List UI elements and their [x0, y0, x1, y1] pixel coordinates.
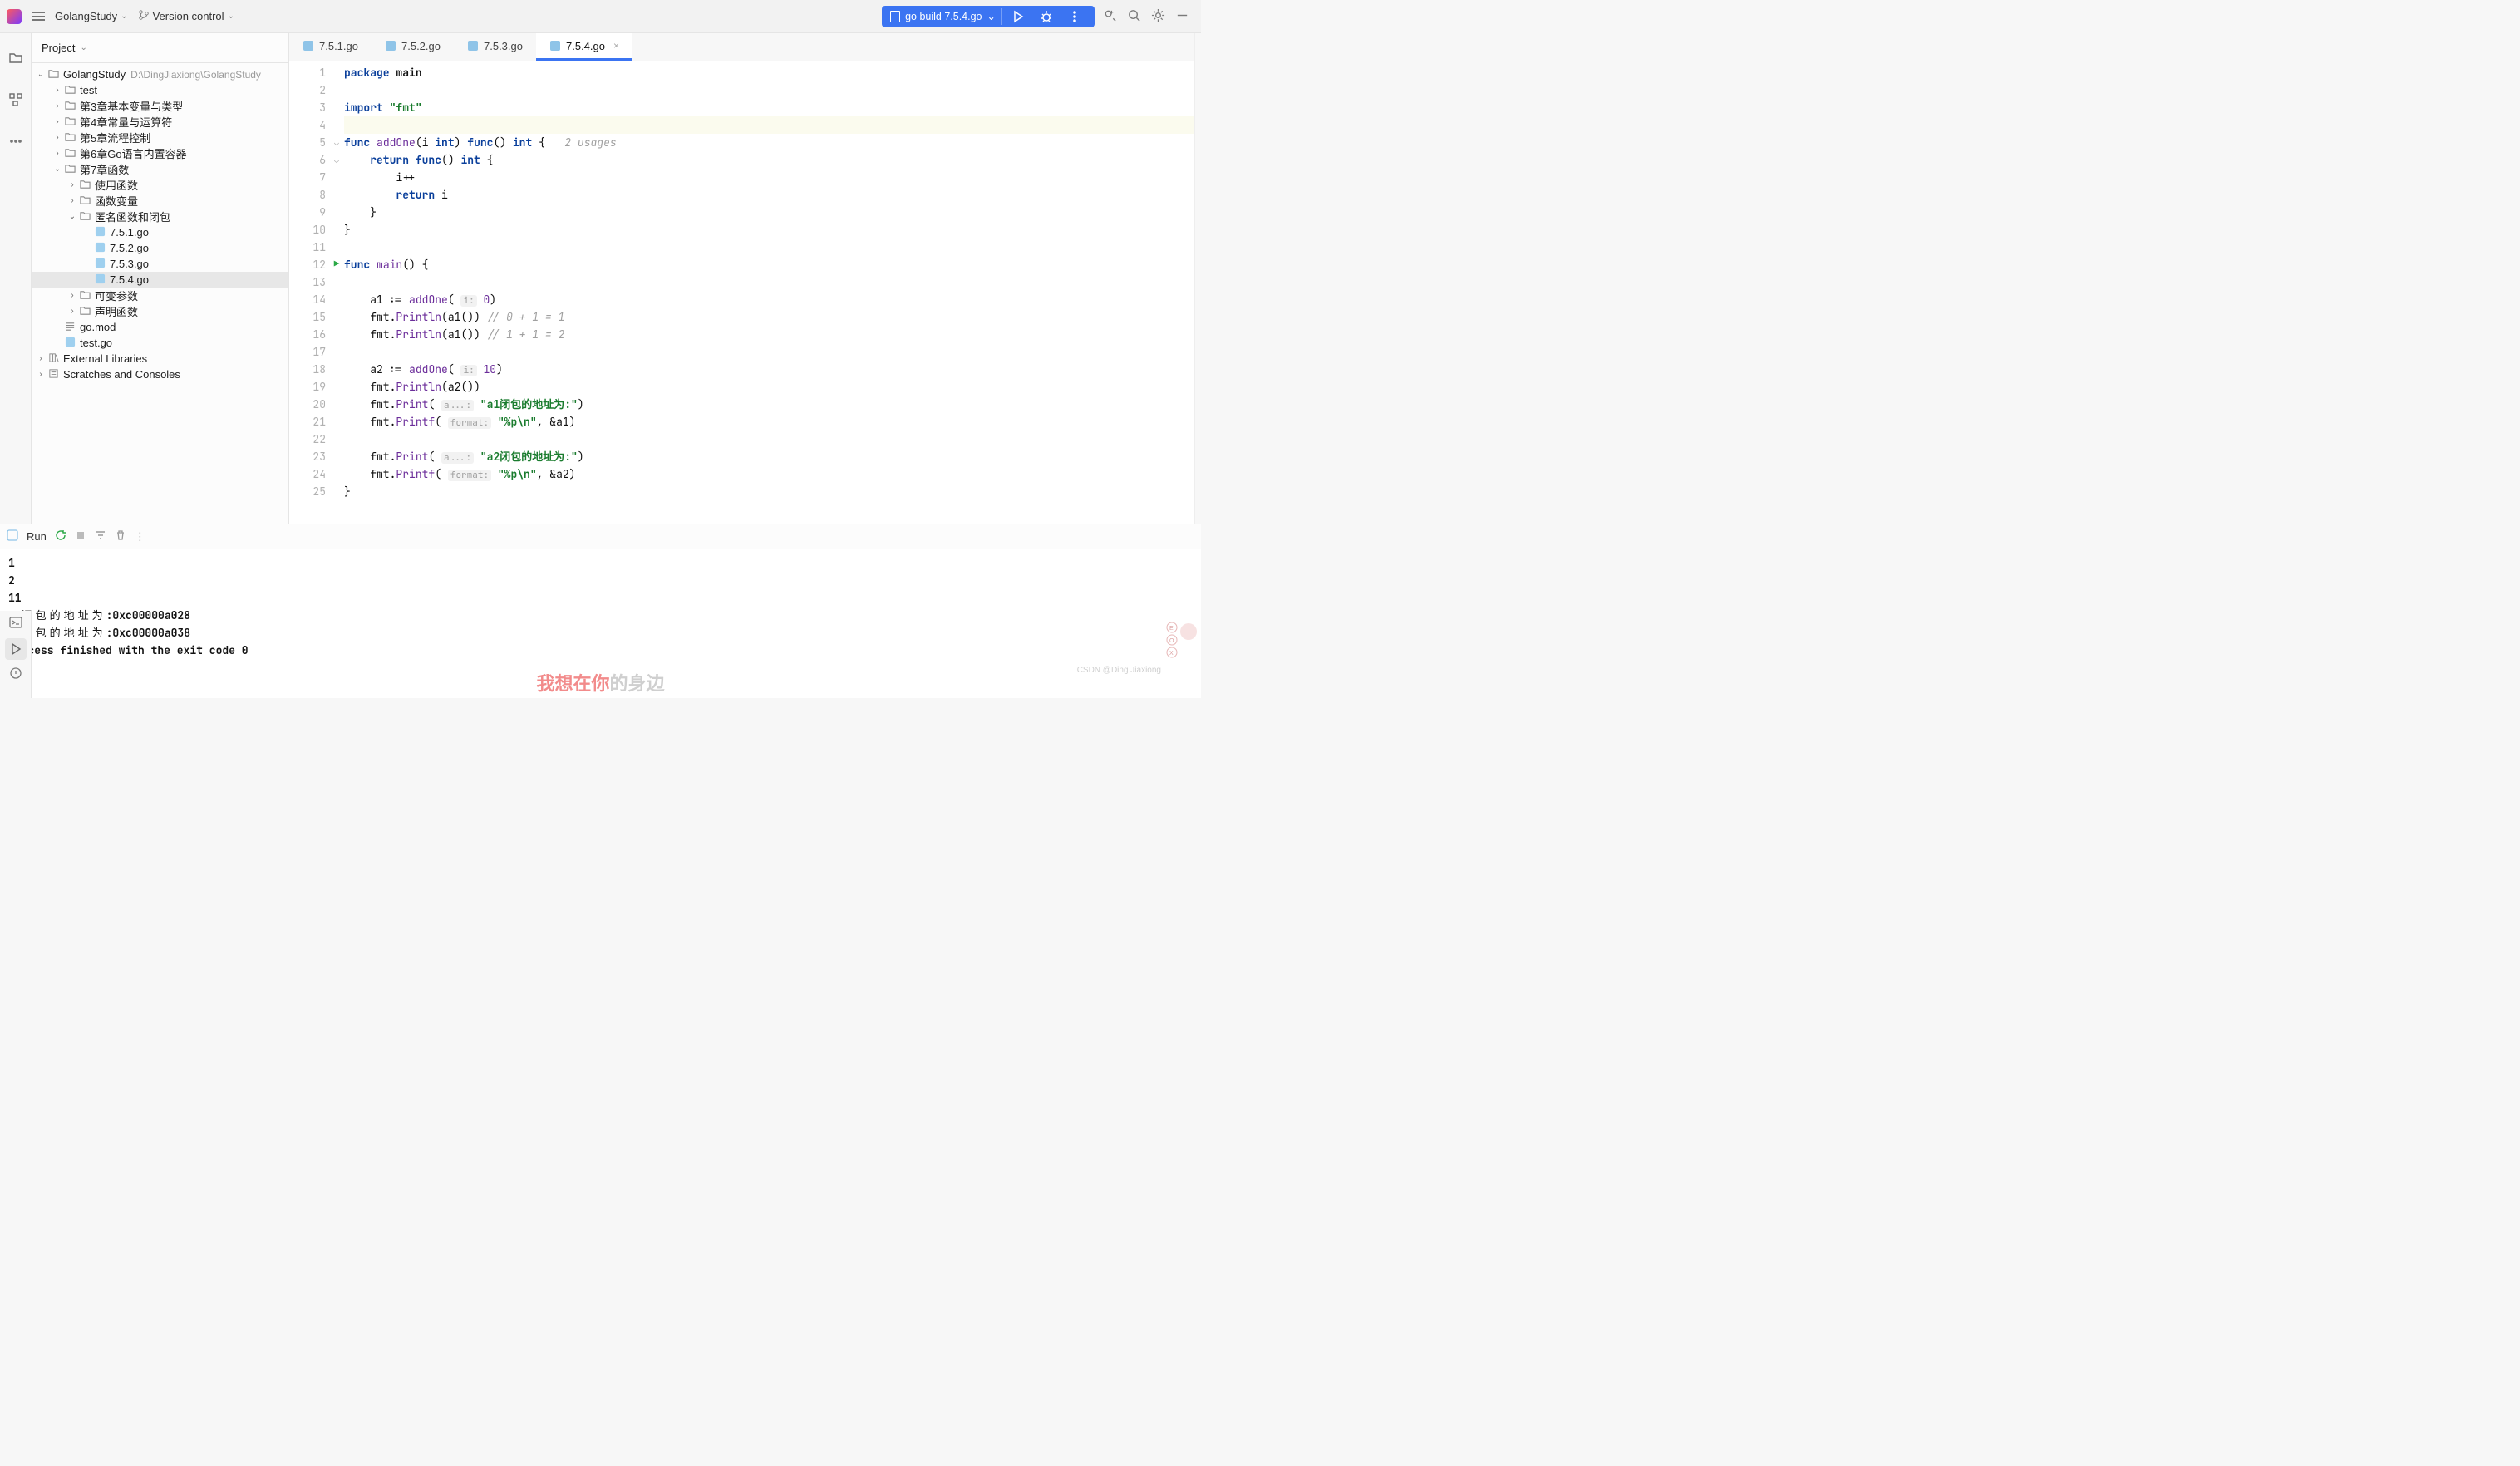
project-tool-icon[interactable] [4, 47, 27, 70]
csdn-watermark: CSDN @Ding Jiaxiong [1077, 666, 1161, 675]
run-tab-icon [7, 529, 18, 544]
project-tree[interactable]: ⌄GolangStudyD:\DingJiaxiong\GolangStudy›… [32, 63, 288, 386]
folder-icon [63, 100, 76, 113]
file-icon [890, 11, 900, 22]
more-tools-icon[interactable] [4, 130, 27, 153]
run-tool-icon[interactable] [5, 638, 27, 660]
chevron-down-icon: ⌄ [121, 12, 127, 21]
project-name: GolangStudy [55, 10, 117, 22]
tree-scratches[interactable]: ›Scratches and Consoles [32, 366, 288, 382]
folder-icon [63, 116, 76, 129]
tree-item[interactable]: ›函数变量 [32, 193, 288, 209]
tree-item[interactable]: ⌄匿名函数和闭包 [32, 209, 288, 224]
run-output[interactable]: 1211a1闭包的地址为:0xc00000a028a2闭包的地址为:0xc000… [0, 549, 1201, 698]
editor-tab[interactable]: 7.5.4.go× [536, 33, 632, 61]
tree-item[interactable]: ›第6章Go语言内置容器 [32, 145, 288, 161]
editor-tab[interactable]: 7.5.1.go [289, 33, 372, 61]
folder-icon [47, 68, 60, 81]
tree-item[interactable]: 7.5.3.go [32, 256, 288, 272]
svg-text:X: X [1169, 651, 1174, 657]
folder-icon [63, 84, 76, 97]
divider [1001, 8, 1002, 25]
chevron-down-icon: ⌄ [228, 12, 234, 21]
editor-tabs: 7.5.1.go7.5.2.go7.5.3.go7.5.4.go× [289, 33, 1201, 61]
problems-icon[interactable] [9, 667, 22, 682]
trash-icon[interactable] [115, 529, 126, 544]
folder-icon [78, 210, 91, 224]
go-file-icon [93, 258, 106, 271]
tree-item[interactable]: ›第4章常量与运算符 [32, 114, 288, 130]
run-config-selector[interactable]: go build 7.5.4.go ⌄ [882, 6, 1095, 27]
run-config-label: go build 7.5.4.go [905, 11, 982, 22]
search-icon[interactable] [1127, 8, 1141, 25]
folder-icon [78, 305, 91, 318]
debug-button[interactable] [1035, 6, 1058, 27]
tree-item[interactable]: ›test [32, 82, 288, 98]
folder-icon [78, 289, 91, 303]
editor-tab[interactable]: 7.5.3.go [454, 33, 536, 61]
tree-item[interactable]: ›使用函数 [32, 177, 288, 193]
structure-tool-icon[interactable] [4, 88, 27, 111]
mod-file-icon [63, 321, 76, 334]
stop-icon[interactable] [75, 529, 86, 544]
folder-icon [63, 131, 76, 145]
go-file-icon [93, 273, 106, 287]
tree-item[interactable]: ›第3章基本变量与类型 [32, 98, 288, 114]
tree-item[interactable]: test.go [32, 335, 288, 351]
close-tab-icon[interactable]: × [613, 40, 619, 52]
more-run-icon[interactable] [1063, 6, 1086, 27]
terminal-icon[interactable] [9, 616, 22, 632]
more-icon[interactable]: ⋮ [135, 530, 145, 544]
sticker-icon: EO X [1159, 615, 1201, 665]
tree-item[interactable]: ›可变参数 [32, 288, 288, 303]
folder-icon [78, 179, 91, 192]
run-button[interactable] [1007, 6, 1030, 27]
project-crumb[interactable]: GolangStudy ⌄ [55, 10, 128, 22]
rerun-icon[interactable] [55, 529, 66, 544]
settings-icon[interactable] [1151, 8, 1165, 25]
app-logo [7, 9, 22, 24]
chevron-down-icon[interactable]: ⌄ [80, 43, 86, 52]
branch-icon [138, 9, 150, 23]
main-menu-icon[interactable] [32, 12, 45, 21]
tree-item[interactable]: ⌄第7章函数 [32, 161, 288, 177]
chevron-down-icon: ⌄ [987, 10, 996, 22]
run-label[interactable]: Run [27, 530, 47, 543]
vcs-crumb[interactable]: Version control ⌄ [138, 9, 234, 23]
tree-item[interactable]: go.mod [32, 319, 288, 335]
tree-root[interactable]: ⌄GolangStudyD:\DingJiaxiong\GolangStudy [32, 66, 288, 82]
tree-item[interactable]: 7.5.4.go [32, 272, 288, 288]
go-file-icon [93, 242, 106, 255]
tree-item[interactable]: ›声明函数 [32, 303, 288, 319]
line-numbers: 1234567891011121314151617181920212223242… [289, 61, 331, 524]
go-file-icon [63, 337, 76, 350]
filter-icon[interactable] [95, 529, 106, 544]
vcs-label: Version control [153, 10, 224, 22]
folder-icon [63, 147, 76, 160]
editor-gutter: ⌄⌄▶ [331, 61, 342, 524]
go-file-icon [93, 226, 106, 239]
library-icon [47, 352, 60, 366]
editor-tab[interactable]: 7.5.2.go [372, 33, 454, 61]
tree-item[interactable]: 7.5.1.go [32, 224, 288, 240]
svg-text:O: O [1169, 638, 1174, 644]
right-gutter [1194, 33, 1201, 524]
folder-icon [78, 194, 91, 208]
scratches-icon [47, 368, 60, 381]
minimize-icon[interactable] [1175, 8, 1189, 25]
code-editor[interactable]: package mainimport "fmt"func addOne(i in… [342, 61, 1201, 524]
tree-item[interactable]: ›第5章流程控制 [32, 130, 288, 145]
sidebar-title: Project [42, 42, 75, 54]
tree-ext-libs[interactable]: ›External Libraries [32, 351, 288, 366]
tree-item[interactable]: 7.5.2.go [32, 240, 288, 256]
code-with-me-icon[interactable] [1103, 8, 1117, 25]
svg-text:E: E [1169, 626, 1174, 632]
folder-icon [63, 163, 76, 176]
